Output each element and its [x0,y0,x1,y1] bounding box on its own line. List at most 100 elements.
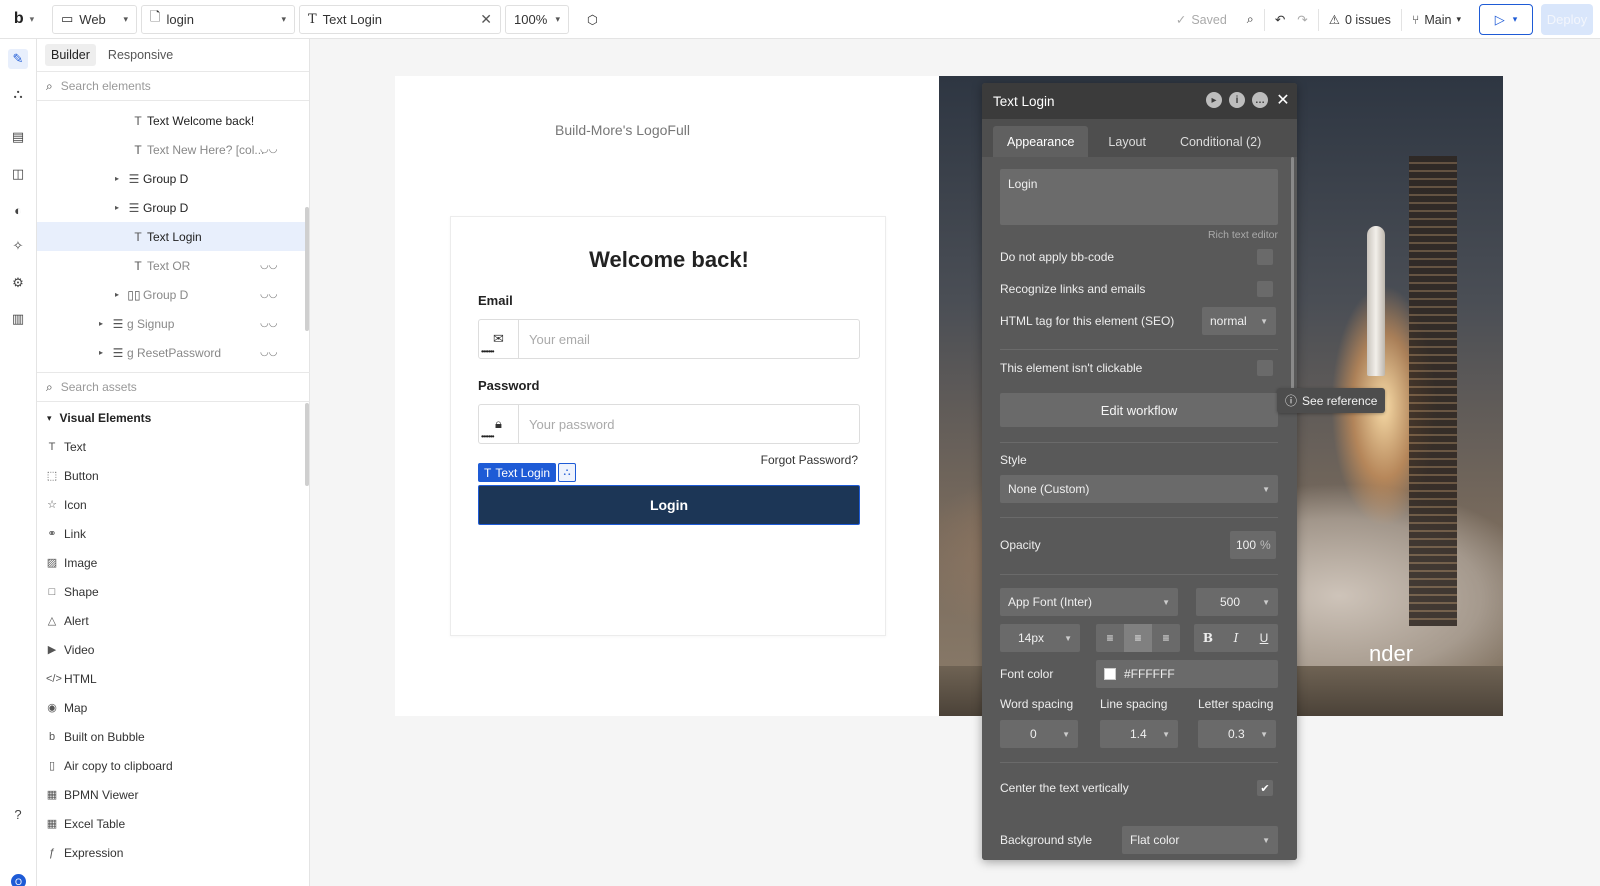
asset-alert[interactable]: △ Alert [46,606,89,635]
platform-select[interactable]: ▭ Web ▾ [52,4,137,34]
italic-icon[interactable]: I [1222,624,1250,652]
align-center-icon[interactable]: ≡ [1124,624,1152,652]
asset-shape[interactable]: □ Shape [46,577,99,606]
asset-excel-table[interactable]: ▦ Excel Table [46,809,125,838]
html-tag-select[interactable]: normal ▼ [1202,307,1276,335]
email-field[interactable]: ✉ ••••••• Your email [478,319,860,359]
page-select[interactable]: 🗋 login ▾ [141,4,295,34]
login-button[interactable]: Login [478,485,860,525]
database-icon[interactable]: ◫ [8,164,28,184]
letter-spacing-select[interactable]: 0.3 ▼ [1198,720,1276,748]
comment-icon[interactable]: … [1252,92,1268,108]
asset-air-copy[interactable]: ▯ Air copy to clipboard [46,751,173,780]
asset-text[interactable]: T Text [46,432,86,461]
category-visual-elements[interactable]: ▾ Visual Elements [47,405,151,431]
tree-item[interactable]: ▸ ☰ g Signup ◡◡ [37,309,305,338]
expand-icon[interactable]: ▸ [99,319,109,328]
search-input[interactable]: Search elements [61,79,151,93]
text-content-editor[interactable]: Login [1000,169,1278,225]
tree-item[interactable]: ▸ ☰ g ResetPassword ◡◡ [37,338,305,367]
expand-icon[interactable]: ▸ [115,290,125,299]
tab-responsive[interactable]: Responsive [102,44,179,66]
redo-icon[interactable]: ↷ [1295,0,1317,39]
deploy-button[interactable]: Deploy [1541,4,1593,35]
forgot-password-link[interactable]: Forgot Password? [761,453,858,467]
assets-search-bar[interactable]: ⌕ Search assets [37,372,310,402]
panel-scrollbar[interactable] [1291,157,1294,397]
tab-conditional[interactable]: Conditional (2) [1166,126,1275,157]
avatar[interactable]: O [11,874,26,886]
preview-button[interactable]: ▷ ▾ [1479,4,1533,35]
hidden-eye-icon[interactable]: ◡◡ [260,144,277,155]
selection-tag[interactable]: T Text Login [478,463,557,482]
data-icon[interactable]: ▤ [8,127,28,147]
asset-button[interactable]: ⬚ Button [46,461,99,490]
asset-video[interactable]: ▶ Video [46,635,95,664]
hidden-eye-icon[interactable]: ◡◡ [260,289,277,300]
password-label[interactable]: Password [478,378,539,393]
expand-icon[interactable]: ▸ [115,203,125,212]
background-style-select[interactable]: Flat color ▼ [1122,826,1278,854]
hidden-eye-icon[interactable]: ◡◡ [260,347,277,358]
property-editor[interactable]: Text Login ▸ i … ✕ Appearance Layout Con… [982,83,1297,860]
expand-icon[interactable]: ▸ [99,348,109,357]
workflow-icon[interactable]: ⛬ [8,84,28,104]
asset-expression[interactable]: ƒ Expression [46,838,123,867]
align-right-icon[interactable]: ≡ [1152,624,1180,652]
cube-icon[interactable]: ⬡ [577,0,608,39]
tab-builder[interactable]: Builder [45,44,96,66]
asset-icon[interactable]: ☆ Icon [46,490,87,519]
gear-icon[interactable]: ⚙ [8,273,28,293]
palette-icon[interactable]: ◐ [8,200,28,220]
tab-layout[interactable]: Layout [1092,126,1162,157]
see-reference-button[interactable]: ⓘ See reference [1277,388,1386,413]
asset-link[interactable]: ⚭ Link [46,519,86,548]
play-icon[interactable]: ▸ [1206,92,1222,108]
branch-select[interactable]: ⑂ Main ▾ [1402,0,1471,39]
canvas-area[interactable]: Build-More's LogoFull Welcome back! Emai… [310,39,1600,886]
tree-item[interactable]: ▸ ☰ Group D [37,193,305,222]
help-icon[interactable]: ? [8,804,28,824]
email-label[interactable]: Email [478,293,513,308]
asset-image[interactable]: ▨ Image [46,548,98,577]
recognize-links-checkbox[interactable] [1257,281,1273,297]
asset-bpmn-viewer[interactable]: ▦ BPMN Viewer [46,780,139,809]
issues-button[interactable]: ⚠ 0 issues [1319,0,1401,39]
expand-icon[interactable]: ▸ [115,174,125,183]
line-spacing-select[interactable]: 1.4 ▼ [1100,720,1178,748]
edit-workflow-button[interactable]: Edit workflow [1000,393,1278,427]
font-color-picker[interactable]: #FFFFFF [1096,660,1278,688]
tab-appearance[interactable]: Appearance [993,126,1089,157]
password-field[interactable]: 🔒︎ ••••••• Your password [478,404,860,444]
font-weight-select[interactable]: 500 ▼ [1196,588,1278,616]
asset-built-on-bubble[interactable]: b Built on Bubble [46,722,145,751]
center-vertically-checkbox[interactable]: ✔ [1257,780,1273,796]
plugin-icon[interactable]: ✧ [8,236,28,256]
bold-icon[interactable]: B [1194,624,1222,652]
tree-item[interactable]: T Text Welcome back! [37,106,305,135]
assets-search-input[interactable]: Search assets [61,380,137,394]
element-search[interactable]: T Text Login ✕ [299,4,501,34]
tree-item[interactable]: T Text OR ◡◡ [37,251,305,280]
hierarchy-icon[interactable]: ⛬ [558,463,576,482]
app-menu-button[interactable]: b ▾ [0,0,48,39]
word-spacing-select[interactable]: 0 ▼ [1000,720,1078,748]
search-icon[interactable]: ⌕ [1237,0,1264,39]
no-bbcode-checkbox[interactable] [1257,249,1273,265]
element-search-bar[interactable]: ⌕ Search elements [37,71,309,101]
hero-caption[interactable]: nder [1369,641,1413,667]
asset-html[interactable]: </> HTML [46,664,97,693]
tree-scrollbar[interactable] [305,207,309,331]
font-size-select[interactable]: 14px ▼ [1000,624,1080,652]
hidden-eye-icon[interactable]: ◡◡ [260,318,277,329]
chart-icon[interactable]: ▥ [8,309,28,329]
logo-image[interactable]: Build-More's LogoFull [555,122,690,138]
assets-scrollbar[interactable] [305,403,309,486]
tree-item[interactable]: ▸ ▯▯ Group D ◡◡ [37,280,305,309]
undo-icon[interactable]: ↶ [1265,0,1295,39]
rich-text-editor-link[interactable]: Rich text editor [1208,229,1278,241]
not-clickable-checkbox[interactable] [1257,360,1273,376]
asset-map[interactable]: ◉ Map [46,693,87,722]
login-card[interactable]: Welcome back! Email ✉ ••••••• Your email … [450,216,886,636]
underline-icon[interactable]: U [1250,624,1278,652]
